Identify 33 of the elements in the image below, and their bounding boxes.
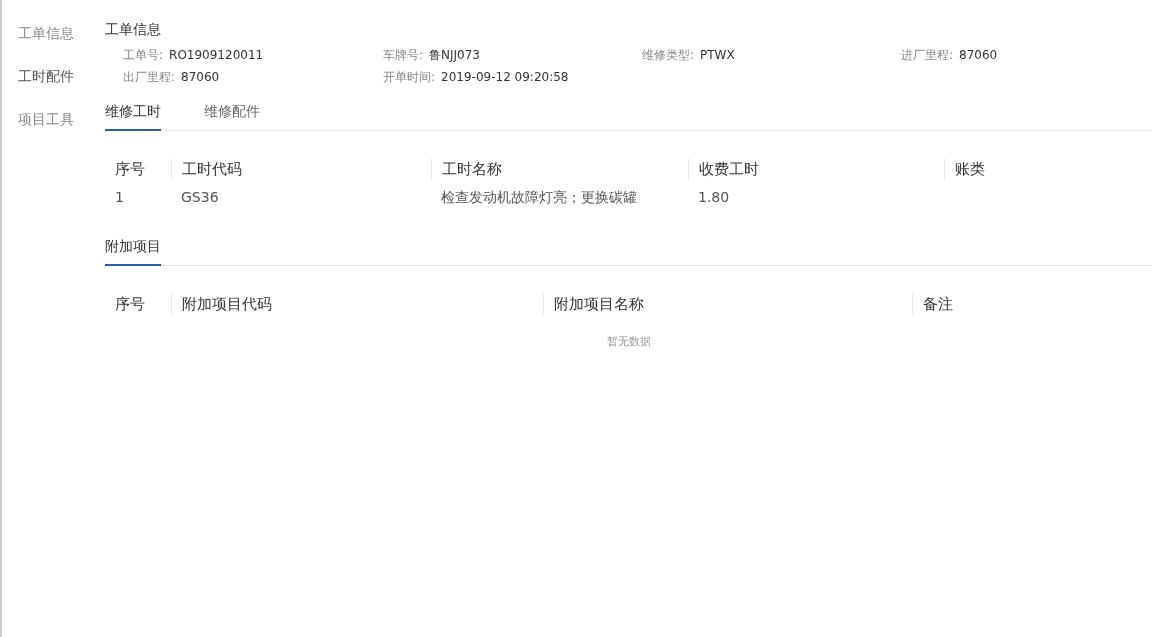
column-header: 工时名称 [442, 160, 502, 178]
section-title: 工单信息 [105, 20, 162, 39]
tab[interactable]: 维修工时 [105, 98, 161, 131]
column-header: 工时代码 [182, 160, 242, 178]
column-header: 附加项目代码 [182, 295, 272, 313]
field-value: 87060 [181, 70, 220, 84]
tab[interactable]: 附加项目 [105, 233, 161, 266]
field-value: PTWX [700, 48, 735, 62]
tab[interactable]: 维修配件 [204, 98, 260, 131]
field-value: 鲁NJJ073 [429, 48, 480, 62]
field-label: 进厂里程: [901, 48, 954, 62]
field-value: 87060 [959, 48, 998, 62]
column-header: 序号 [115, 160, 145, 178]
field-label: 车牌号: [383, 48, 424, 62]
column-header: 账类 [955, 160, 985, 178]
field-value: 2019-09-12 09:20:58 [441, 70, 569, 84]
column-header: 备注 [923, 295, 953, 313]
column-header: 附加项目名称 [554, 295, 644, 313]
sidebar-item[interactable]: 工时配件 [2, 65, 105, 87]
field-label: 维修类型: [642, 48, 695, 62]
column-header: 收费工时 [699, 160, 759, 178]
table-cell: 1 [115, 189, 124, 205]
table-cell: 1.80 [698, 189, 730, 205]
field-label: 工单号: [123, 48, 164, 62]
empty-message: 暂无数据 [606, 335, 651, 348]
sidebar-item[interactable]: 项目工具 [2, 108, 105, 130]
sidebar-item[interactable]: 工单信息 [2, 22, 105, 44]
table-cell: 检查发动机故障灯亮；更换碳罐 [441, 189, 637, 205]
column-header: 序号 [115, 295, 145, 313]
field-value: RO1909120011 [169, 48, 264, 62]
field-label: 出厂里程: [123, 70, 176, 84]
field-label: 开单时间: [383, 70, 436, 84]
table-cell: GS36 [181, 189, 219, 205]
